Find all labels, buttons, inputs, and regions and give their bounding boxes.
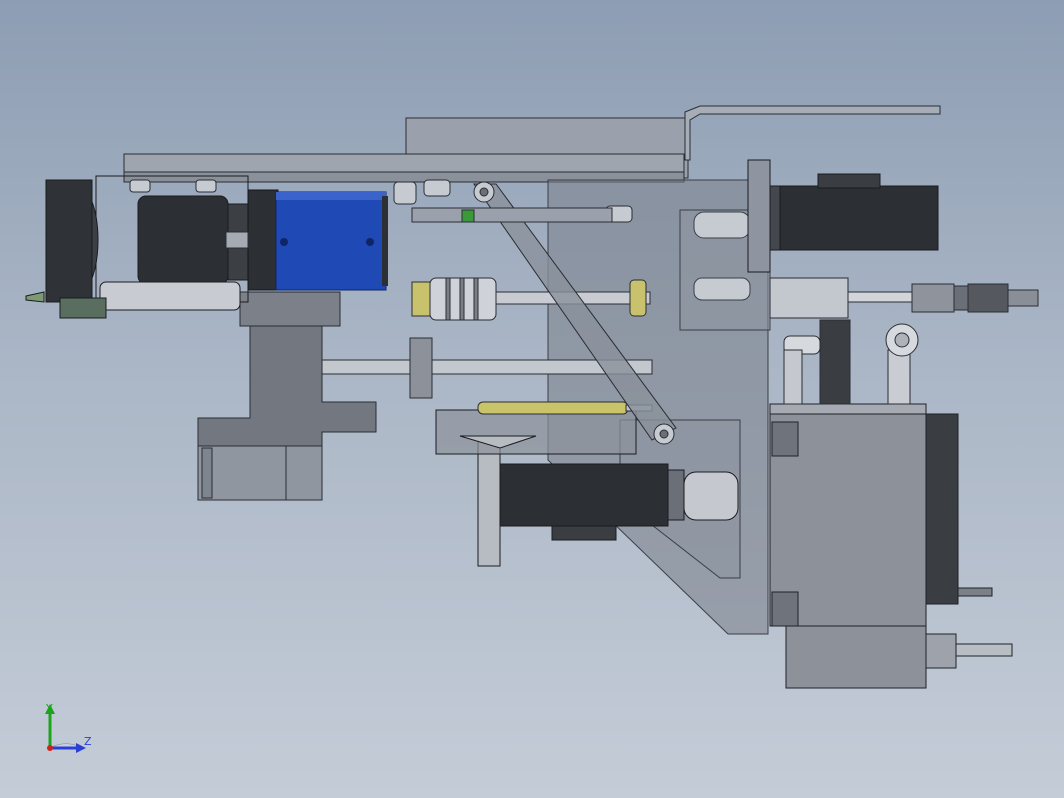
left-support-column — [197, 291, 377, 501]
top-bracket — [123, 105, 941, 183]
assembly-drawing: Y Z — [25, 105, 1039, 753]
gas-spring — [477, 401, 653, 415]
y-axis-label: Y — [45, 702, 53, 715]
z-axis-label: Z — [84, 735, 92, 748]
industrial-camera — [225, 189, 388, 291]
x-axis-dot — [47, 745, 53, 751]
pneumatic-fittings — [783, 319, 919, 405]
right-cylinder — [769, 277, 1039, 319]
coordinate-triad: Y Z — [45, 702, 92, 753]
shaft-coupling — [411, 277, 497, 321]
top-right-motor — [747, 159, 939, 273]
cad-viewport[interactable]: Y Z — [0, 0, 1064, 798]
right-gearbox — [769, 403, 1013, 689]
left-encoder-motor — [25, 175, 249, 319]
